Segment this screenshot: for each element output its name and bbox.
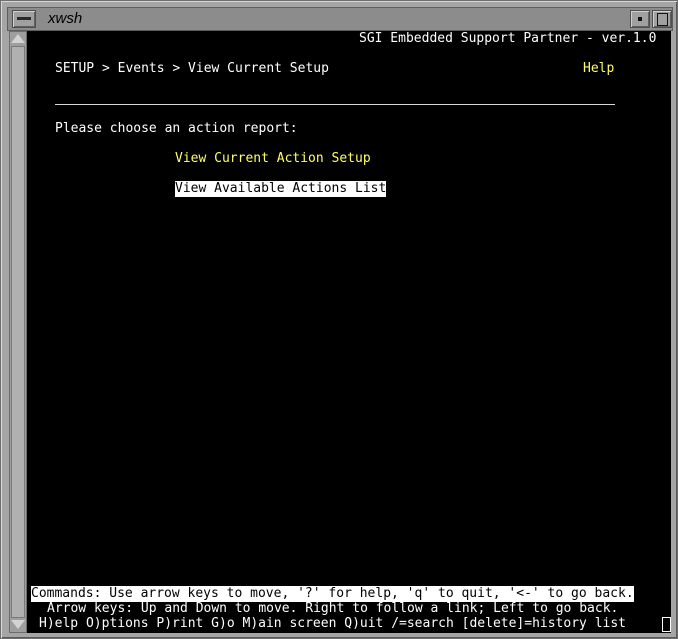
vertical-scrollbar[interactable]: [9, 31, 27, 633]
maximize-button[interactable]: [652, 10, 672, 28]
window-menu-button[interactable]: [12, 10, 36, 28]
terminal-area[interactable]: SGI Embedded Support Partner - ver.1.0 S…: [27, 31, 671, 633]
terminal-window: xwsh SGI Embedded Support Partner - ver.…: [0, 0, 678, 639]
header-divider: [55, 104, 615, 105]
link-view-available-actions-list[interactable]: View Available Actions List: [175, 181, 387, 197]
breadcrumb: SETUP > Events > View Current Setup: [55, 61, 329, 76]
help-link[interactable]: Help: [583, 61, 614, 77]
scroll-down-arrow-icon[interactable]: [11, 620, 25, 629]
version-text: SGI Embedded Support Partner - ver.1.0: [359, 31, 657, 46]
minimize-button[interactable]: [630, 10, 650, 28]
window-title: xwsh: [48, 10, 83, 27]
arrow-keys-help-line: Arrow keys: Up and Down to move. Right t…: [47, 601, 619, 616]
link-view-current-action-setup[interactable]: View Current Action Setup: [175, 151, 371, 167]
title-bar[interactable]: xwsh: [7, 7, 673, 31]
minimize-icon: [638, 17, 642, 21]
maximize-icon: [657, 13, 668, 26]
scrollbar-thumb[interactable]: [11, 46, 25, 618]
text-cursor: [662, 617, 671, 632]
commands-help-line: Commands: Use arrow keys to move, '?' fo…: [31, 586, 634, 602]
scroll-up-arrow-icon[interactable]: [11, 34, 25, 43]
shortcuts-help-line: H)elp O)ptions P)rint G)o M)ain screen Q…: [39, 616, 626, 631]
action-prompt: Please choose an action report:: [55, 121, 298, 136]
menu-bar-icon: [17, 17, 31, 20]
